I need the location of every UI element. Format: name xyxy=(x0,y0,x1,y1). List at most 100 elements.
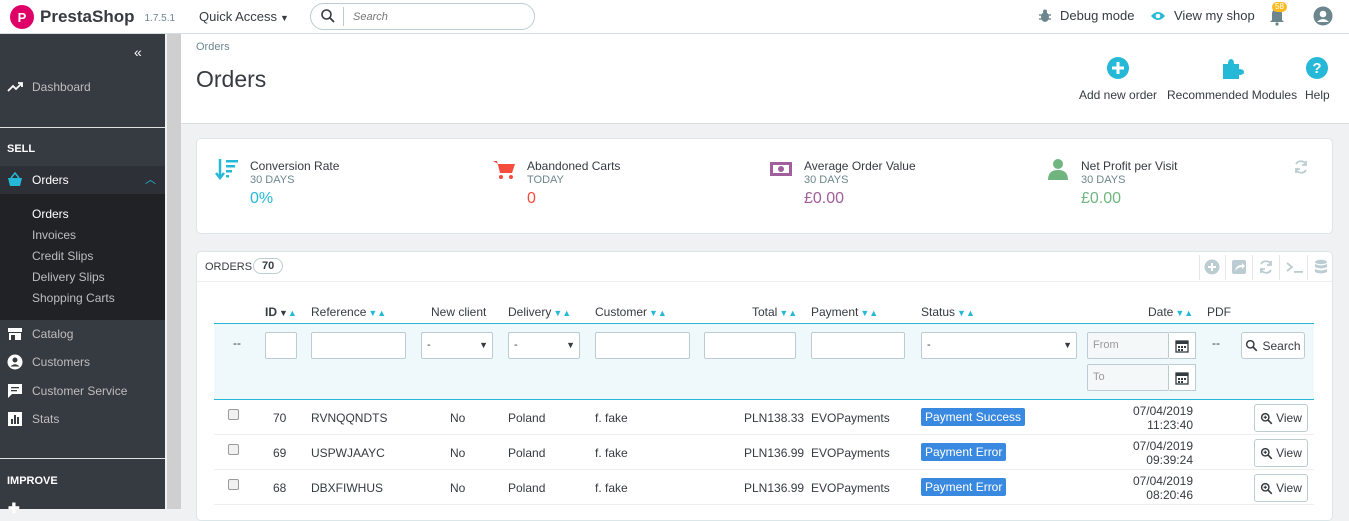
table-row[interactable]: 69 USPWJAAYC No Poland f. fake PLN136.99… xyxy=(214,435,1314,470)
date-from-input[interactable]: From xyxy=(1087,332,1169,359)
sidebar-item-customers[interactable]: Customers xyxy=(0,348,165,376)
reference-filter-input[interactable] xyxy=(311,332,406,359)
sidebar-item-dashboard[interactable]: Dashboard xyxy=(0,73,165,101)
order-delivery: Poland xyxy=(508,481,546,495)
delivery-filter-select[interactable]: - xyxy=(508,332,580,359)
sidebar-item-label: Catalog xyxy=(32,327,74,341)
sidebar-heading-sell: SELL xyxy=(7,143,36,155)
row-checkbox[interactable] xyxy=(228,444,239,455)
prestashop-logo[interactable]: P PrestaShop 1.7.5.1 xyxy=(10,5,175,29)
divider xyxy=(0,127,165,128)
user-avatar[interactable] xyxy=(1313,6,1333,26)
view-order-button[interactable]: View xyxy=(1254,474,1308,502)
view-order-button[interactable]: View xyxy=(1254,439,1308,467)
sidebar-item-customer-service[interactable]: Customer Service xyxy=(0,377,165,405)
kpi-value: 0 xyxy=(527,190,536,207)
sort-arrows-icon[interactable]: ▼▲ xyxy=(1175,308,1193,318)
total-filter-input[interactable] xyxy=(704,332,796,359)
column-header-date[interactable]: Date ▼▲ xyxy=(1148,305,1193,319)
collapse-sidebar-icon[interactable]: « xyxy=(134,44,142,60)
table-row[interactable]: 70 RVNQQNDTS No Poland f. fake PLN138.33… xyxy=(214,400,1314,435)
sidebar-subitem-orders[interactable]: Orders xyxy=(32,207,69,221)
column-header-total[interactable]: Total ▼▲ xyxy=(752,305,797,319)
sort-arrows-icon[interactable]: ▼▲ xyxy=(957,308,975,318)
row-checkbox[interactable] xyxy=(228,479,239,490)
notifications-button[interactable]: 58 xyxy=(1268,2,1287,26)
search-input[interactable] xyxy=(353,9,523,25)
add-icon[interactable] xyxy=(1204,259,1220,275)
debug-mode-link[interactable]: Debug mode xyxy=(1038,8,1134,23)
order-total: PLN136.99 xyxy=(744,446,805,460)
terminal-icon[interactable] xyxy=(1285,259,1305,275)
row-checkbox[interactable] xyxy=(228,409,239,420)
sidebar-item-catalog[interactable]: Catalog xyxy=(0,320,165,348)
column-header-id[interactable]: ID ▼▲ xyxy=(265,305,297,319)
view-order-button[interactable]: View xyxy=(1254,404,1308,432)
toolbar-label: Recommended Modules xyxy=(1167,88,1298,102)
sidebar-subitem-credit-slips[interactable]: Credit Slips xyxy=(32,249,93,263)
zoom-in-icon xyxy=(1260,412,1273,424)
search-filter-button[interactable]: Search xyxy=(1241,332,1305,359)
view-my-shop-link[interactable]: View my shop xyxy=(1150,8,1255,23)
kpi-row: Conversion Rate 30 DAYS 0% Abandoned Car… xyxy=(196,138,1333,234)
add-new-order-button[interactable]: Add new order xyxy=(1079,56,1157,102)
column-header-customer[interactable]: Customer ▼▲ xyxy=(595,305,667,319)
sort-arrows-icon[interactable]: ▼▲ xyxy=(779,308,797,318)
account-circle-icon xyxy=(7,354,23,370)
sort-down-icon xyxy=(215,159,238,181)
orders-count-badge: 70 xyxy=(253,258,284,274)
date-to-input[interactable]: To xyxy=(1087,364,1169,391)
view-label: View xyxy=(1276,411,1302,425)
help-button[interactable]: ? Help xyxy=(1305,56,1330,102)
calendar-from-button[interactable] xyxy=(1169,332,1196,359)
search-divider xyxy=(343,7,344,26)
refresh-icon[interactable] xyxy=(1293,159,1309,175)
status-filter-select[interactable]: - xyxy=(921,332,1077,359)
logo-icon: P xyxy=(10,5,34,29)
table-row[interactable]: 68 DBXFIWHUS No Poland f. fake PLN136.99… xyxy=(214,470,1314,505)
quick-access-dropdown[interactable]: Quick Access ▼ xyxy=(199,9,289,24)
column-header-delivery[interactable]: Delivery ▼▲ xyxy=(508,305,571,319)
search-icon xyxy=(1246,339,1258,352)
order-date-day: 07/04/2019 xyxy=(1132,474,1193,488)
customer-filter-input[interactable] xyxy=(595,332,690,359)
sort-arrows-icon[interactable]: ▼▲ xyxy=(860,308,878,318)
id-filter-input[interactable] xyxy=(265,332,297,359)
recommended-modules-button[interactable]: Recommended Modules xyxy=(1167,56,1297,102)
database-icon[interactable] xyxy=(1313,259,1329,275)
refresh-list-icon[interactable] xyxy=(1258,259,1274,275)
column-header-payment[interactable]: Payment ▼▲ xyxy=(811,305,878,319)
chat-icon xyxy=(8,384,22,398)
breadcrumb[interactable]: Orders xyxy=(196,41,230,53)
export-icon[interactable] xyxy=(1231,259,1247,275)
divider xyxy=(1225,255,1226,280)
calendar-to-button[interactable] xyxy=(1169,364,1196,391)
column-header-status[interactable]: Status ▼▲ xyxy=(921,305,975,319)
divider xyxy=(0,458,165,459)
new-client-filter-select[interactable]: - xyxy=(421,332,493,359)
search-icon[interactable] xyxy=(320,8,336,24)
order-new-client: No xyxy=(450,446,466,460)
payment-filter-input[interactable] xyxy=(811,332,905,359)
sidebar-subitem-delivery-slips[interactable]: Delivery Slips xyxy=(32,270,105,284)
cart-icon xyxy=(493,161,515,179)
svg-text:?: ? xyxy=(1313,60,1322,77)
sidebar-item-stats[interactable]: Stats xyxy=(0,405,165,433)
column-header-reference[interactable]: Reference ▼▲ xyxy=(311,305,386,319)
sort-arrows-icon[interactable]: ▼▲ xyxy=(279,308,297,318)
sidebar-heading-improve: IMPROVE xyxy=(7,475,58,487)
kpi-title: Net Profit per Visit xyxy=(1081,159,1178,173)
order-reference: USPWJAAYC xyxy=(311,446,385,460)
sidebar-scrollbar[interactable] xyxy=(167,34,181,509)
sort-arrows-icon[interactable]: ▼▲ xyxy=(649,308,667,318)
order-id: 68 xyxy=(273,481,287,495)
top-bar: P PrestaShop 1.7.5.1 Quick Access▼ Debug… xyxy=(0,0,1349,34)
sidebar-item-label: Customers xyxy=(32,355,91,369)
sort-arrows-icon[interactable]: ▼▲ xyxy=(368,308,386,318)
sort-arrows-icon[interactable]: ▼▲ xyxy=(553,308,571,318)
zoom-in-icon xyxy=(1260,447,1273,459)
sidebar-subitem-invoices[interactable]: Invoices xyxy=(32,228,76,242)
sidebar-item-orders[interactable]: Orders ︿ xyxy=(0,166,165,194)
sidebar-subitem-shopping-carts[interactable]: Shopping Carts xyxy=(32,291,115,305)
eye-icon xyxy=(1151,11,1165,20)
